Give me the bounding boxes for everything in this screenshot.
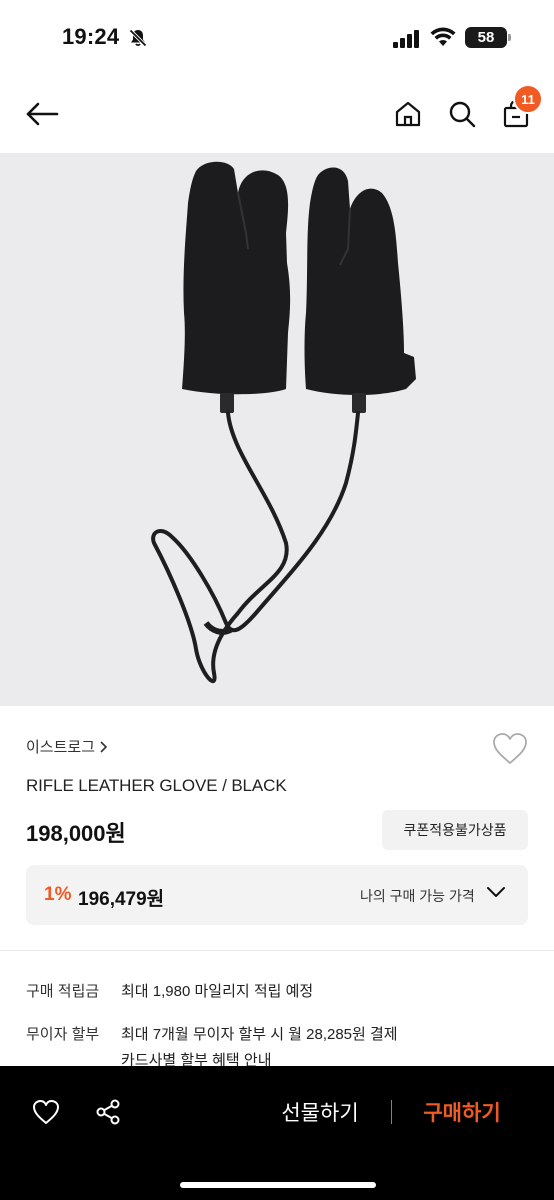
- installment-row: 무이자 할부 최대 7개월 무이자 할부 시 월 28,285원 결제 카드사별…: [26, 1023, 526, 1071]
- cart-count-badge: 11: [513, 84, 543, 114]
- wifi-icon: [430, 27, 456, 52]
- cellular-signal-icon: [393, 30, 421, 53]
- search-button[interactable]: [442, 94, 482, 134]
- gift-button[interactable]: 선물하기: [262, 1096, 378, 1128]
- glove-photo: [151, 161, 416, 683]
- bottom-bar-separator: [391, 1100, 392, 1124]
- points-value: 최대 1,980 마일리지 적립 예정: [121, 983, 314, 1000]
- brand-name: 이스트로그: [26, 739, 96, 756]
- my-price-toggle[interactable]: 1% 196,479원 나의 구매 가능 가격: [26, 865, 528, 925]
- back-button[interactable]: [22, 94, 62, 134]
- chevron-right-icon: [100, 740, 108, 753]
- points-row: 구매 적립금 최대 1,980 마일리지 적립 예정: [26, 980, 526, 1004]
- home-button[interactable]: [388, 94, 428, 134]
- installment-value: 최대 7개월 무이자 할부 시 월 28,285원 결제: [121, 1026, 398, 1043]
- left-glove: [182, 161, 291, 395]
- heart-icon: [493, 733, 527, 764]
- share-icon: [96, 1099, 120, 1125]
- installment-label: 무이자 할부: [26, 1026, 100, 1043]
- status-bar: 19:24 58: [0, 0, 554, 72]
- points-label: 구매 적립금: [26, 983, 100, 1000]
- wishlist-bottom-button[interactable]: [28, 1094, 64, 1130]
- bottom-action-bar: 선물하기 구매하기: [0, 1066, 554, 1200]
- my-price-label: 나의 구매 가능 가격: [360, 888, 475, 904]
- chevron-down-icon: [486, 885, 506, 904]
- home-icon: [395, 101, 421, 127]
- search-icon: [449, 101, 476, 128]
- discount-rate: 1%: [44, 884, 72, 905]
- status-time: 19:24: [62, 24, 120, 49]
- section-divider: [0, 950, 554, 951]
- bell-muted-icon: [128, 28, 148, 53]
- brand-link[interactable]: 이스트로그: [26, 736, 109, 757]
- arrow-left-icon: [26, 102, 59, 126]
- product-image[interactable]: [0, 153, 554, 706]
- product-name: RIFLE LEATHER GLOVE / BLACK: [26, 776, 287, 795]
- heart-icon: [33, 1100, 59, 1124]
- home-indicator: [180, 1182, 376, 1188]
- right-glove: [304, 167, 416, 395]
- wishlist-button[interactable]: [492, 732, 528, 768]
- share-button[interactable]: [90, 1094, 126, 1130]
- battery-icon: 58: [465, 27, 511, 48]
- top-navigation: [0, 78, 554, 152]
- my-price: 196,479원: [78, 889, 165, 910]
- product-price: 198,000원: [26, 821, 126, 846]
- coupon-unavailable-badge: 쿠폰적용불가상품: [382, 810, 528, 850]
- buy-button[interactable]: 구매하기: [404, 1096, 520, 1128]
- glove-cord: [151, 411, 360, 683]
